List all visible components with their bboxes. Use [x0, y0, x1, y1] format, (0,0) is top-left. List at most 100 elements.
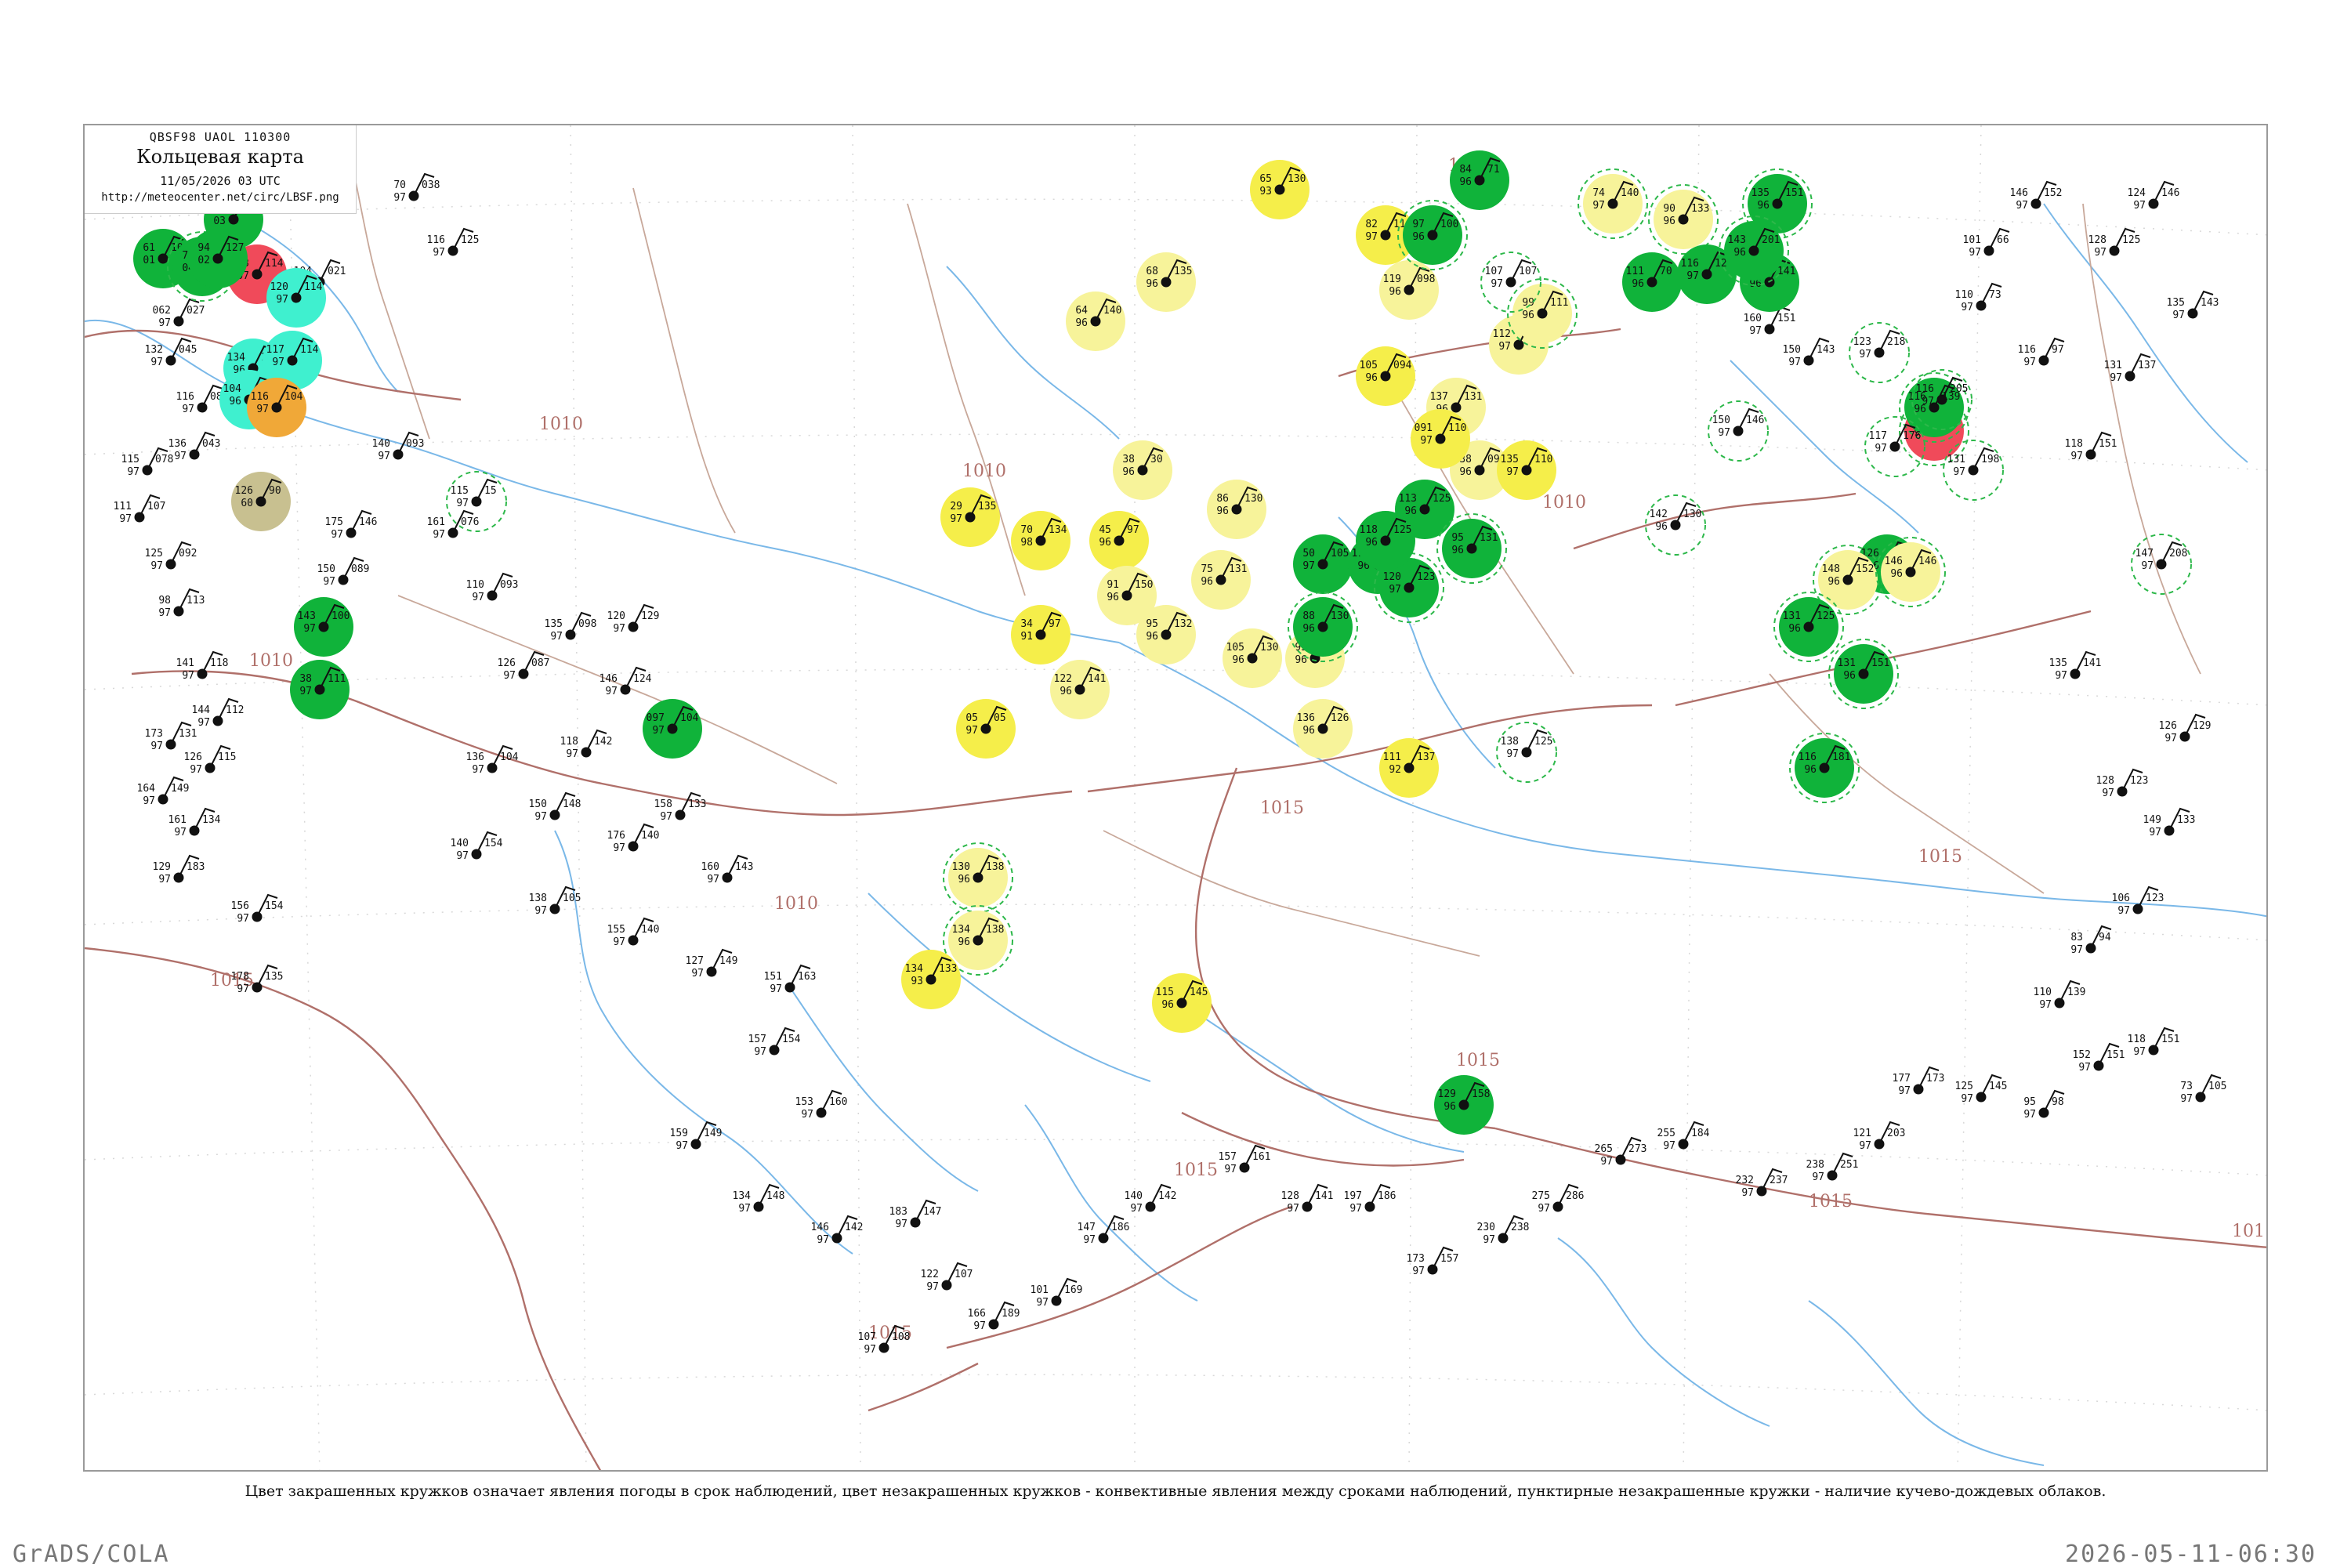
station-marker[interactable]: 13597 098 — [545, 611, 597, 643]
station-marker[interactable]: 9996111 — [1507, 278, 1578, 349]
station-marker[interactable]: 7098 134 — [1011, 511, 1070, 570]
station-marker[interactable]: 17697 140 — [607, 823, 660, 854]
station-marker[interactable]: 27597 286 — [1532, 1183, 1585, 1215]
station-marker[interactable]: 11697 125 — [427, 227, 480, 259]
station-marker[interactable]: 14697 142 — [811, 1215, 864, 1246]
station-marker[interactable]: 13597 143 — [2167, 290, 2219, 321]
station-marker[interactable]: 11097 73 — [1955, 282, 2002, 313]
station-marker[interactable]: 11097 139 — [2034, 980, 2086, 1011]
station-marker[interactable]: 15397 160 — [795, 1089, 848, 1121]
station-marker[interactable]: 13096 138 — [943, 842, 1013, 913]
station-marker[interactable]: 06297 027 — [153, 298, 205, 329]
station-marker[interactable]: 17797 173 — [1893, 1066, 1945, 1097]
station-marker[interactable]: 7497 140 — [1578, 168, 1648, 239]
station-marker[interactable]: 3897 111 — [290, 660, 350, 719]
station-marker[interactable]: 14197 118 — [176, 650, 229, 682]
station-marker[interactable]: 12597 092 — [145, 541, 197, 572]
station-marker[interactable]: 16697 189 — [968, 1301, 1020, 1332]
station-marker[interactable]: 13697 043 — [168, 431, 221, 462]
station-marker[interactable]: 11897 142 — [560, 729, 613, 760]
station-marker[interactable]: 12997 183 — [153, 854, 205, 885]
station-marker[interactable]: 09797 104 — [643, 699, 702, 759]
station-marker[interactable]: 12497 146 — [2128, 180, 2180, 212]
station-marker[interactable]: 23097 238 — [1477, 1215, 1530, 1246]
station-marker[interactable]: 16097 143 — [701, 854, 754, 885]
station-marker[interactable]: 6896 135 — [1136, 252, 1196, 312]
station-marker[interactable]: 11097 093 — [466, 572, 519, 603]
station-marker[interactable]: 14397 100 — [294, 597, 353, 657]
station-marker[interactable]: 12697 129 — [2159, 713, 2212, 744]
station-marker[interactable]: 11896 125 — [1356, 511, 1415, 570]
station-marker[interactable]: 14296 130 — [1645, 494, 1706, 556]
station-marker[interactable]: 9096 133 — [1648, 184, 1719, 255]
station-marker[interactable]: 15597 140 — [607, 917, 660, 948]
station-marker[interactable]: 14797 208 — [2131, 534, 2192, 595]
station-marker[interactable]: 9597 98 — [2023, 1089, 2065, 1121]
station-marker[interactable]: 12097 129 — [607, 603, 660, 635]
station-marker[interactable]: 16497 149 — [137, 776, 190, 807]
station-marker[interactable]: 5097 105 — [1293, 534, 1353, 594]
station-marker[interactable]: 09197 110 — [1411, 409, 1470, 469]
station-marker[interactable]: 12897 123 — [2096, 768, 2149, 799]
station-marker[interactable]: 4596 97 — [1089, 511, 1149, 570]
station-marker[interactable]: 8397 94 — [2070, 925, 2112, 956]
station-marker[interactable]: 14097 142 — [1125, 1183, 1177, 1215]
station-marker[interactable]: 9596 132 — [1136, 605, 1196, 664]
station-marker[interactable]: 3491 97 — [1011, 605, 1070, 664]
station-marker[interactable]: 059705 — [956, 699, 1016, 759]
station-marker[interactable]: 8696 130 — [1207, 480, 1266, 539]
station-marker[interactable]: 14997 133 — [2143, 807, 2196, 838]
station-marker[interactable]: 12397 218 — [1849, 322, 1910, 383]
station-marker[interactable]: 16197 134 — [168, 807, 221, 838]
station-marker[interactable]: 8896 130 — [1288, 592, 1358, 662]
station-marker[interactable]: 13297 045 — [145, 337, 197, 368]
station-marker[interactable]: 12797 149 — [686, 948, 738, 980]
station-marker[interactable]: 9402 127 — [188, 229, 248, 288]
station-marker[interactable]: 12597 145 — [1955, 1074, 2008, 1105]
station-marker[interactable]: 12697 087 — [498, 650, 550, 682]
station-marker[interactable]: 12296 141 — [1050, 660, 1110, 719]
station-marker[interactable]: 15797 161 — [1219, 1144, 1271, 1175]
station-marker[interactable]: 11897 151 — [2065, 431, 2117, 462]
station-marker[interactable]: 6496 140 — [1066, 292, 1125, 351]
station-marker[interactable]: 12996 158 — [1434, 1075, 1494, 1135]
station-marker[interactable]: 15697 154 — [231, 893, 284, 925]
station-marker[interactable]: 15797 154 — [748, 1027, 801, 1058]
station-marker[interactable]: 17597 146 — [325, 509, 378, 541]
station-marker[interactable]: 13197 198 — [1943, 440, 2004, 501]
station-marker[interactable]: 13597 141 — [2049, 650, 2102, 682]
station-marker[interactable]: 13196 151 — [1828, 639, 1899, 709]
station-marker[interactable]: 10596 094 — [1356, 346, 1415, 406]
station-marker[interactable]: 15197 163 — [764, 964, 817, 995]
station-marker[interactable]: 16197 076 — [427, 509, 480, 541]
station-marker[interactable]: 10197 66 — [1963, 227, 2010, 259]
station-marker[interactable]: 11697 104 — [247, 378, 306, 437]
station-marker[interactable]: 12897 125 — [2088, 227, 2141, 259]
station-marker[interactable]: 1169797 — [2018, 337, 2065, 368]
station-marker[interactable]: 14497 112 — [192, 697, 245, 729]
station-marker[interactable]: 18397 147 — [889, 1199, 942, 1230]
station-marker[interactable]: 13696 126 — [1293, 699, 1353, 759]
station-marker[interactable]: 12897 141 — [1281, 1183, 1334, 1215]
station-marker[interactable]: 12660 90 — [231, 472, 291, 531]
station-marker[interactable]: 12297 107 — [921, 1262, 973, 1293]
station-marker[interactable]: 7397 105 — [2180, 1074, 2226, 1105]
station-marker[interactable]: 14097 093 — [372, 431, 425, 462]
station-marker[interactable]: 2997 135 — [940, 487, 1000, 547]
station-marker[interactable]: 12697 115 — [184, 744, 237, 776]
station-marker[interactable]: 13493 133 — [901, 950, 961, 1009]
station-marker[interactable]: 15097 089 — [317, 556, 370, 588]
station-marker[interactable]: 11197 107 — [114, 494, 166, 525]
station-marker[interactable]: 13897 125 — [1496, 722, 1557, 783]
station-marker[interactable]: 9897 113 — [158, 588, 205, 619]
station-marker[interactable]: 14097 154 — [451, 831, 503, 862]
source-url[interactable]: http://meteocenter.net/circ/LBSF.png — [85, 191, 356, 204]
station-marker[interactable]: 19797 186 — [1344, 1183, 1396, 1215]
station-marker[interactable]: 10596 130 — [1223, 628, 1282, 688]
station-marker[interactable]: 10697 123 — [2112, 885, 2164, 917]
station-marker[interactable]: 17397 131 — [145, 721, 197, 752]
station-marker[interactable]: 11696 181 — [1789, 733, 1860, 803]
station-marker[interactable]: 25597 184 — [1657, 1121, 1710, 1152]
station-marker[interactable]: 13597 110 — [1497, 440, 1556, 500]
station-marker[interactable]: 11192 137 — [1379, 738, 1439, 798]
